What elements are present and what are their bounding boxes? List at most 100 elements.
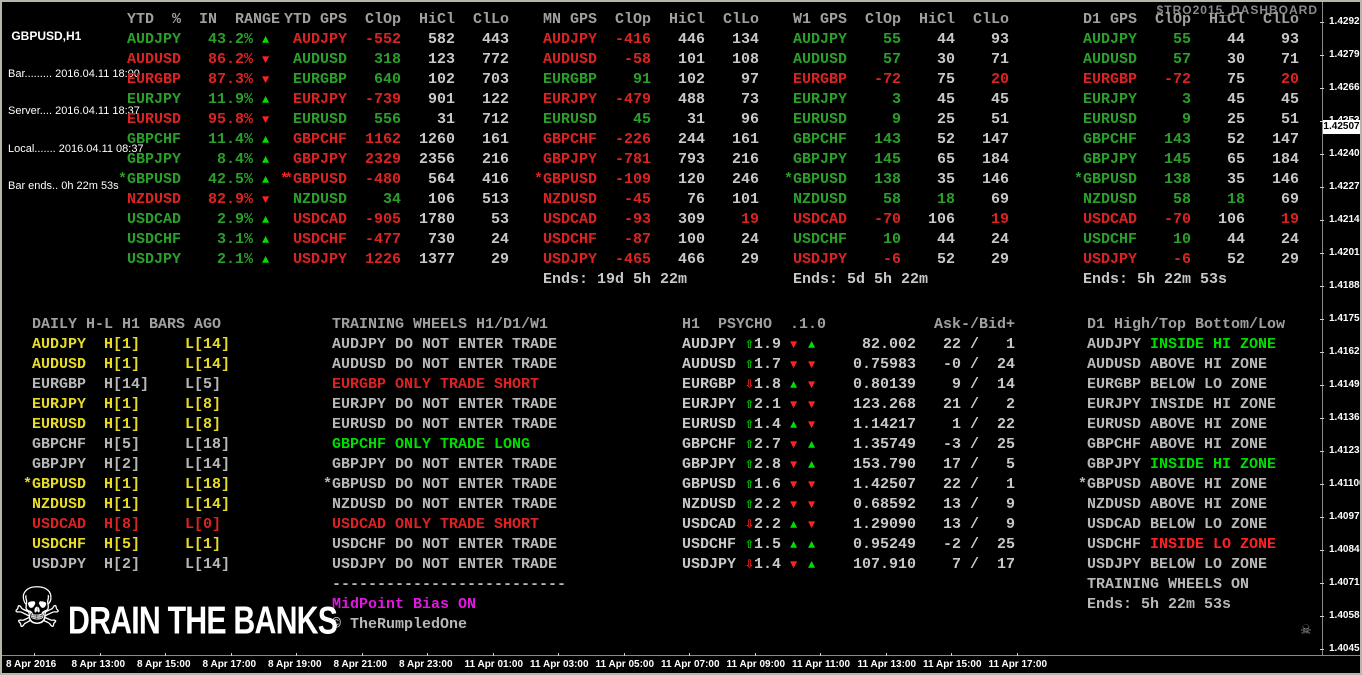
price-scale-separator	[1322, 2, 1323, 656]
gps-value: 9	[891, 111, 901, 128]
low-bars-ago: L[18]	[185, 476, 231, 493]
	[253, 250, 262, 270]
table-row: GBPCHF 143 52 147	[784, 130, 1009, 150]
time-label: 11 Apr 01:00	[464, 659, 524, 670]
range-percent: 95.8%	[207, 111, 253, 128]
w1-gps-table: W1 GPS ClOp HiCl ClLo AUDJPY 55 44 93 AUDUSD 57 30…	[784, 10, 1009, 290]
	[1141, 335, 1150, 355]
bid-value: 22	[997, 416, 1016, 433]
price-label: 1.40580	[1329, 610, 1362, 621]
pair-label: GBPCHF	[682, 436, 737, 453]
ask-value: 17	[942, 456, 961, 473]
	[534, 270, 543, 290]
	[1141, 435, 1150, 455]
gps-value: 58	[1172, 191, 1191, 208]
low-bars-ago: L[5]	[185, 376, 222, 393]
zone-status: INSIDE HI ZONE	[1150, 336, 1277, 353]
pair-label: GBPJPY	[793, 151, 848, 168]
table-row: USDCHF 10 44 24	[784, 230, 1009, 250]
gps-value: 106	[927, 211, 955, 228]
price-scale[interactable]: 1.429201.427901.426601.425301.424001.422…	[1320, 2, 1362, 655]
ytd-gps-table: YTD GPS ClOp HiCl ClLo AUDJPY -552 582 443 AUDUS…	[284, 10, 509, 270]
pair-label: NZDUSD	[1083, 191, 1138, 208]
table-row: USDJPY 2.1% ▲	[118, 250, 289, 270]
trade-advice: DO NOT ENTER TRADE	[395, 536, 558, 553]
table-row: NZDUSD 58 18 69	[784, 190, 1009, 210]
high-bars-ago: H[14]	[104, 376, 150, 393]
gps-value: 443	[481, 31, 509, 48]
low-bars-ago: L[14]	[185, 336, 231, 353]
arrow-up-icon: ▲	[808, 558, 816, 572]
pair-label: EURGBP	[1087, 376, 1142, 393]
time-label: 11 Apr 15:00	[923, 659, 982, 670]
pair-label: NZDUSD	[293, 191, 348, 208]
table-row: GBPUSD ⇧1.6 ▼ ▼ 1.42507 22 / 1	[682, 475, 1015, 495]
pair-label: AUDUSD	[682, 356, 737, 373]
pair-label: GBPCHF	[127, 131, 182, 148]
trade-advice: ONLY TRADE SHORT	[395, 376, 540, 393]
gps-value: 20	[990, 71, 1009, 88]
	[1141, 375, 1150, 395]
gps-value: -70	[873, 211, 901, 228]
time-tick	[951, 653, 952, 656]
table-row: AUDJPY DO NOT ENTER TRADE	[323, 335, 566, 355]
pair-label: EURGBP	[332, 376, 387, 393]
gps-value: 55	[1172, 31, 1191, 48]
table-row: EURGBP -72 75 20	[1074, 70, 1299, 90]
table-row: EURGBP ONLY TRADE SHORT	[323, 375, 566, 395]
	[781, 455, 790, 475]
time-axis[interactable]: 8 Apr 2016 8 Apr 13:00 8 Apr 15:00 8 Apr 17…	[2, 653, 1323, 673]
time-tick	[427, 653, 428, 656]
table-row: AUDJPY -552 582 443	[284, 30, 509, 50]
	[781, 495, 790, 515]
table-row: EURGBP H[14] L[5]	[23, 375, 230, 395]
gps-value: 582	[427, 31, 455, 48]
time-label: 11 Apr 07:00	[661, 659, 720, 670]
section-title: W1 GPS	[784, 11, 848, 28]
pair-label: NZDUSD	[682, 496, 737, 513]
ends-label: Ends: 19d 5h 22m	[543, 271, 688, 288]
askbid-separator: /	[961, 456, 989, 473]
range-percent: 2.1%	[216, 251, 253, 268]
ask-value: 13	[942, 516, 961, 533]
gps-value: 106	[427, 191, 455, 208]
table-row: EURGBP -72 75 20	[784, 70, 1009, 90]
	[86, 355, 104, 375]
	[1078, 315, 1087, 335]
pair-label: USDJPY	[32, 556, 87, 573]
star-icon: *	[1078, 476, 1088, 493]
gps-value: 100	[677, 231, 705, 248]
price-label: 1.42140	[1329, 214, 1362, 225]
gps-value: 76	[686, 191, 705, 208]
askbid-header: Ask-/Bid+	[934, 316, 1016, 333]
pair-label: NZDUSD	[332, 496, 387, 513]
time-tick	[689, 653, 690, 656]
	[86, 435, 104, 455]
price-label: 1.41490	[1329, 379, 1362, 390]
price-label: 1.42270	[1329, 181, 1362, 192]
price-tick	[1320, 154, 1324, 155]
pair-label: USDCHF	[793, 231, 848, 248]
gps-value: 75	[936, 71, 955, 88]
pair-label: EURGBP	[32, 376, 87, 393]
gps-value: 143	[873, 131, 901, 148]
gps-value: 2356	[418, 151, 455, 168]
table-row: GBPJPY 145 65 184	[1074, 150, 1299, 170]
time-label: 8 Apr 23:00	[399, 659, 453, 670]
table-row: AUDJPY 55 44 93	[784, 30, 1009, 50]
table-row: USDCAD -70 106 19	[1074, 210, 1299, 230]
	[1141, 495, 1150, 515]
	[1141, 475, 1150, 495]
section-title: H1 PSYCHO .1.0	[682, 316, 827, 333]
table-row: USDCAD H[8] L[0]	[23, 515, 230, 535]
pair-label: USDCAD	[293, 211, 348, 228]
gps-value: 19	[1280, 211, 1299, 228]
block-arrow-up-icon: ⇧	[745, 396, 755, 413]
askbid-separator: /	[961, 496, 989, 513]
price-value: 1.42507	[852, 476, 916, 493]
	[1141, 555, 1150, 575]
price-value: 123.268	[852, 396, 916, 413]
	[86, 515, 104, 535]
pair-label: GBPUSD	[127, 171, 182, 188]
block-arrow-down-icon: ⇩	[745, 516, 755, 533]
